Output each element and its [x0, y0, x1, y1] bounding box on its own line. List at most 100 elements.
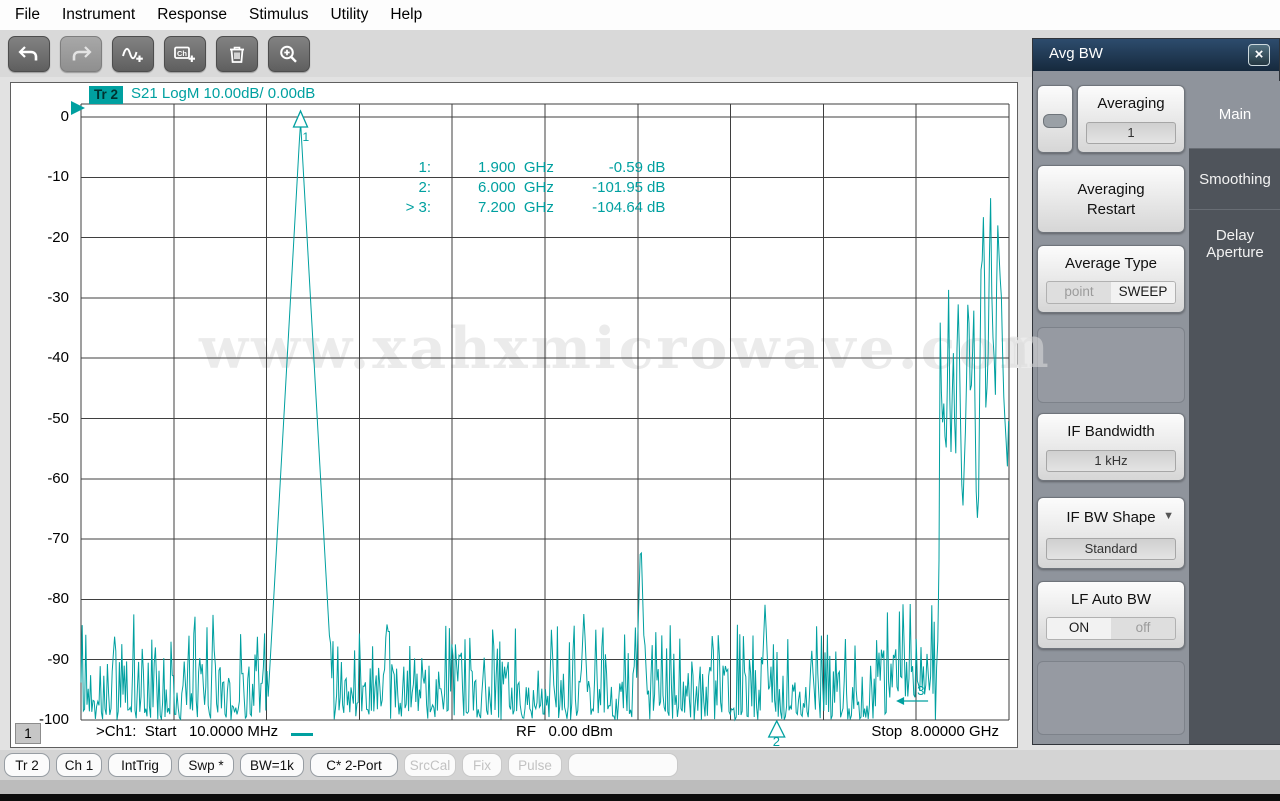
marker-1-id: 1: — [418, 159, 431, 176]
delete-trace-button[interactable] — [216, 35, 258, 72]
if-bandwidth-button[interactable]: IF Bandwidth 1 kHz — [1037, 413, 1185, 481]
tab-main[interactable]: Main — [1189, 81, 1280, 148]
marker-1-unit: dB — [647, 159, 666, 176]
trace-chip[interactable]: Tr 2 — [89, 86, 123, 104]
trace-format-label[interactable]: S21 LogM 10.00dB/ 0.00dB — [131, 85, 315, 102]
y-tick--50: -50 — [47, 409, 69, 427]
status-pulse-button: Pulse — [508, 753, 562, 777]
channel-number-chip[interactable]: 1 — [15, 723, 41, 744]
bottom-black-bar — [0, 794, 1280, 801]
close-icon[interactable]: × — [1248, 44, 1270, 66]
marker-2-id: 2: — [418, 179, 431, 196]
y-tick-0: 0 — [60, 108, 69, 125]
zoom-button[interactable] — [268, 35, 310, 72]
marker-3-arrowhead — [896, 697, 905, 705]
marker-3-freq: 7.200 GHz — [478, 199, 554, 216]
tab-smoothing[interactable]: Smoothing — [1189, 148, 1280, 209]
status-calibration-button[interactable]: C* 2-Port — [310, 753, 398, 777]
new-channel-button[interactable]: Ch — [164, 35, 206, 72]
y-tick--20: -20 — [47, 228, 69, 246]
average-type-label: Average Type — [1064, 255, 1157, 272]
marker-3-unit: dB — [647, 199, 666, 216]
toggle-pill-icon — [1043, 114, 1067, 128]
empty-slot-2 — [1037, 661, 1185, 735]
marker-3-label: 3 — [917, 683, 924, 698]
if-bw-shape-value[interactable]: Standard — [1046, 538, 1176, 560]
y-tick--90: -90 — [47, 650, 69, 668]
menu-response[interactable]: Response — [146, 6, 238, 24]
status-srccal-button: SrcCal — [404, 753, 456, 777]
lf-auto-bw-button[interactable]: LF Auto BW ON off — [1037, 581, 1185, 649]
averaging-value[interactable]: 1 — [1086, 122, 1176, 144]
menu-help[interactable]: Help — [379, 6, 433, 24]
marker-2-unit: dB — [647, 179, 666, 196]
marker-1-label: 1 — [303, 130, 310, 144]
lf-auto-bw-option-off[interactable]: off — [1111, 618, 1175, 639]
trace-color-dash — [291, 733, 313, 736]
status-sweep-button[interactable]: Swp * — [178, 753, 234, 777]
averaging-restart-line1: Averaging — [1077, 181, 1145, 198]
panel-header: Avg BW × — [1033, 39, 1279, 71]
average-type-button[interactable]: Average Type point SWEEP — [1037, 245, 1185, 313]
rf-power-label[interactable]: RF 0.00 dBm — [516, 723, 613, 740]
average-type-option-sweep[interactable]: SWEEP — [1111, 282, 1175, 303]
menu-file[interactable]: File — [4, 6, 51, 24]
marker-1-value: -0.59 — [608, 159, 643, 176]
stop-frequency-label[interactable]: Stop 8.00000 GHz — [871, 723, 999, 740]
status-bar: Tr 2 Ch 1 IntTrig Swp * BW=1k C* 2-Port … — [0, 750, 1280, 780]
status-fix-button: Fix — [462, 753, 502, 777]
y-tick--40: -40 — [47, 349, 69, 367]
marker-1-freq: 1.900 GHz — [478, 159, 554, 176]
avg-bw-panel: Avg BW × Main Smoothing Delay Aperture A… — [1032, 38, 1280, 745]
y-tick--70: -70 — [47, 530, 69, 548]
marker-2-freq: 6.000 GHz — [478, 179, 554, 196]
plot-window: www.xahxmicrowave.com 123 Tr 2 S21 LogM … — [10, 82, 1060, 749]
y-tick--10: -10 — [47, 168, 69, 186]
if-bandwidth-label: IF Bandwidth — [1067, 423, 1155, 440]
if-bw-shape-label: IF BW Shape — [1066, 509, 1156, 526]
status-trace-button[interactable]: Tr 2 — [4, 753, 50, 777]
status-trigger-button[interactable]: IntTrig — [108, 753, 172, 777]
svg-text:Ch: Ch — [177, 48, 187, 57]
average-type-option-point[interactable]: point — [1047, 282, 1111, 303]
new-channel-icon: Ch — [174, 46, 195, 62]
y-axis-labels: 0 -10 -20 -30 -40 -50 -60 -70 -80 -90 -100 — [25, 83, 75, 749]
averaging-restart-button[interactable]: Averaging Restart — [1037, 165, 1185, 233]
averaging-restart-line2: Restart — [1086, 201, 1136, 218]
start-frequency-label[interactable]: >Ch1: Start 10.0000 MHz — [96, 723, 278, 740]
y-tick--80: -80 — [47, 590, 69, 608]
lf-auto-bw-segmented: ON off — [1046, 617, 1176, 640]
marker-1-triangle[interactable] — [292, 109, 309, 128]
undo-button[interactable] — [8, 35, 50, 72]
averaging-button[interactable]: Averaging 1 — [1077, 85, 1185, 153]
if-bandwidth-value[interactable]: 1 kHz — [1046, 450, 1176, 472]
bottom-strip — [0, 780, 1280, 794]
averaging-label: Averaging — [1097, 95, 1165, 112]
lf-auto-bw-label: LF Auto BW — [1070, 591, 1152, 608]
menu-utility[interactable]: Utility — [319, 6, 379, 24]
status-bandwidth-button[interactable]: BW=1k — [240, 753, 304, 777]
redo-icon — [72, 45, 92, 60]
undo-icon — [18, 45, 38, 60]
average-type-segmented: point SWEEP — [1046, 281, 1176, 304]
new-trace-button[interactable] — [112, 35, 154, 72]
menu-instrument[interactable]: Instrument — [51, 6, 146, 24]
menu-bar: File Instrument Response Stimulus Utilit… — [0, 0, 1280, 30]
y-tick--60: -60 — [47, 469, 69, 487]
menu-stimulus[interactable]: Stimulus — [238, 6, 319, 24]
if-bw-shape-button[interactable]: IF BW Shape ▼ Standard — [1037, 497, 1185, 569]
chevron-down-icon[interactable]: ▼ — [1163, 510, 1174, 522]
redo-button — [60, 35, 102, 72]
empty-slot-1 — [1037, 327, 1185, 403]
status-channel-button[interactable]: Ch 1 — [56, 753, 102, 777]
marker-3-value: -104.64 — [592, 199, 643, 216]
panel-title: Avg BW — [1049, 45, 1103, 62]
marker-2-label: 2 — [773, 734, 780, 747]
y-tick--30: -30 — [47, 288, 69, 306]
tab-delay-aperture[interactable]: Delay Aperture — [1189, 209, 1280, 277]
lf-auto-bw-option-on[interactable]: ON — [1047, 618, 1111, 639]
averaging-toggle-button[interactable] — [1037, 85, 1073, 153]
delete-icon — [230, 46, 244, 63]
marker-2-value: -101.95 — [592, 179, 643, 196]
zoom-icon — [280, 45, 297, 63]
